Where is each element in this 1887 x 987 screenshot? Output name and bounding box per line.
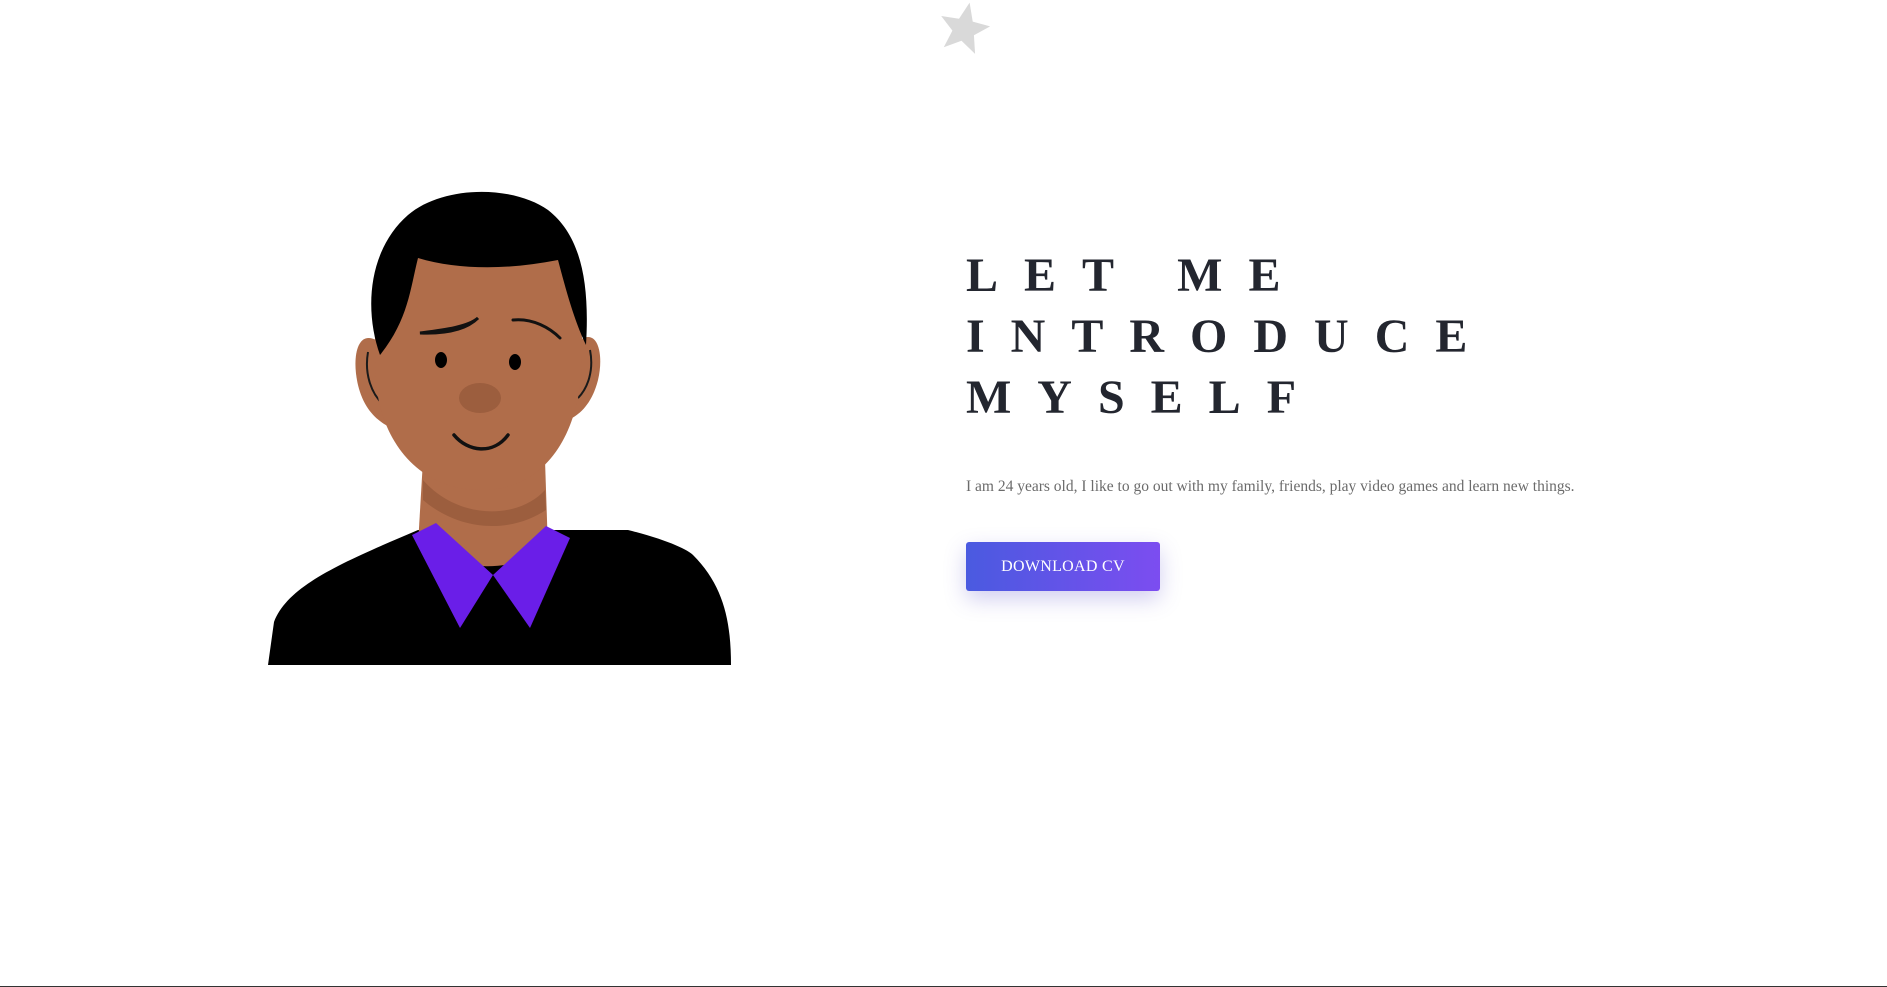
title-line-2: INTRODUCE [966, 310, 1494, 363]
star-icon [941, 2, 991, 54]
eye-right [509, 354, 521, 370]
download-cv-button[interactable]: DOWNLOAD CV [966, 542, 1160, 591]
title-line-1: LET ME [966, 249, 1307, 302]
about-section: LET ME INTRODUCE MYSELF I am 24 years ol… [0, 0, 1887, 987]
page-title: LET ME INTRODUCE MYSELF [966, 245, 1726, 428]
title-line-3: MYSELF [966, 371, 1323, 424]
intro-block: LET ME INTRODUCE MYSELF I am 24 years ol… [966, 245, 1726, 591]
bio-text: I am 24 years old, I like to go out with… [966, 478, 1575, 495]
eye-left [435, 352, 447, 368]
nose [459, 383, 501, 413]
avatar-illustration [268, 191, 731, 665]
